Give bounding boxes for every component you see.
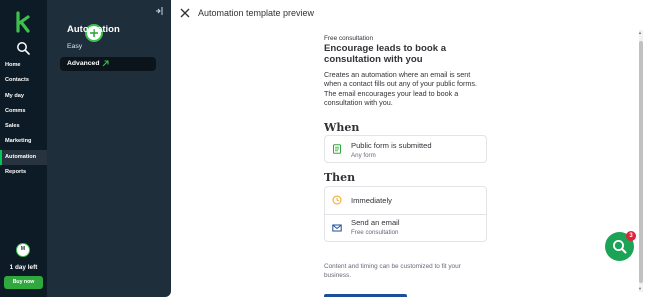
trigger-card: Public form is submitted Any form — [324, 135, 487, 163]
nav-item-comms[interactable]: Comms — [0, 104, 47, 119]
nav-item-reports[interactable]: Reports — [0, 165, 47, 180]
template-category: Free consultation — [324, 35, 374, 42]
buy-now-button[interactable]: Buy now — [4, 276, 43, 289]
avatar[interactable]: M — [16, 243, 30, 257]
scrollbar-thumb[interactable] — [639, 41, 643, 283]
nav-item-home[interactable]: Home — [0, 58, 47, 73]
trigger-subtitle: Any form — [351, 152, 376, 159]
scroll-down-icon[interactable]: ▼ — [638, 286, 642, 291]
keap-logo-icon[interactable] — [13, 11, 33, 33]
template-headline: Encourage leads to book a consultation w… — [324, 43, 447, 65]
action-title: Send an email — [351, 218, 400, 227]
submenu-item-easy[interactable]: Easy — [67, 43, 82, 50]
scroll-up-icon[interactable]: ▲ — [638, 30, 642, 35]
then-heading: Then — [324, 171, 356, 184]
clock-icon — [332, 195, 342, 205]
timing-title: Immediately — [351, 196, 392, 205]
search-icon[interactable] — [16, 41, 30, 55]
action-subtitle: Free consultation — [351, 229, 399, 236]
form-icon — [333, 144, 341, 154]
nav-item-marketing[interactable]: Marketing — [0, 134, 47, 149]
actions-card: Immediately Send an email Free consultat… — [324, 186, 487, 242]
when-heading: When — [324, 121, 360, 134]
nav-item-contacts[interactable]: Contacts — [0, 73, 47, 88]
nav-item-automation[interactable]: Automation — [0, 149, 47, 166]
collapse-panel-icon[interactable] — [154, 6, 164, 16]
modal-scrollbar[interactable]: ▲ ▼ — [638, 30, 644, 292]
main-nav: Home Contacts My day Comms Sales Marketi… — [0, 0, 47, 297]
nav-item-sales[interactable]: Sales — [0, 119, 47, 134]
nav-item-my-day[interactable]: My day — [0, 89, 47, 104]
trigger-title: Public form is submitted — [351, 141, 432, 150]
customization-note: Content and timing can be customized to … — [324, 263, 461, 279]
notification-badge: 3 — [626, 231, 636, 241]
close-icon[interactable] — [180, 8, 190, 18]
email-icon — [332, 224, 342, 232]
submenu-item-advanced[interactable]: Advanced — [60, 57, 156, 71]
submenu-item-label: Advanced — [67, 60, 100, 67]
template-preview-modal: Automation template preview Free consult… — [171, 0, 649, 297]
search-chat-icon — [613, 240, 627, 254]
external-arrow-icon — [102, 60, 109, 67]
panel-title: Automation — [67, 24, 120, 35]
trial-days-left: 1 day left — [9, 264, 38, 271]
automation-panel: Automation Easy Advanced — [47, 0, 171, 297]
template-description: Creates an automation where an email is … — [324, 70, 478, 108]
modal-title: Automation template preview — [198, 8, 315, 18]
